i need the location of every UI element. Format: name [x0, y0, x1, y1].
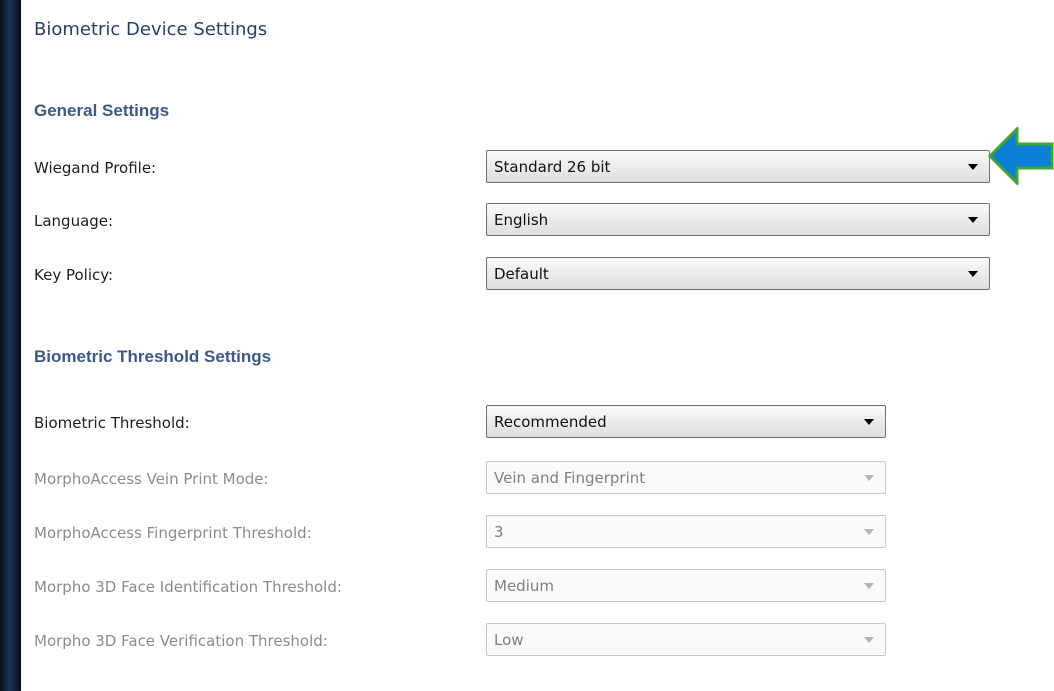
face-identification-threshold-label: Morpho 3D Face Identification Threshold:: [34, 578, 342, 596]
fingerprint-threshold-value: 3: [494, 523, 504, 541]
biometric-threshold-label: Biometric Threshold:: [34, 414, 190, 432]
language-select[interactable]: English: [486, 203, 990, 236]
face-verification-threshold-label: Morpho 3D Face Verification Threshold:: [34, 632, 328, 650]
wiegand-profile-label: Wiegand Profile:: [34, 159, 157, 177]
screen: Biometric Device Settings General Settin…: [0, 0, 1054, 691]
vein-print-mode-value: Vein and Fingerprint: [494, 469, 646, 487]
chevron-down-icon: [864, 583, 874, 589]
page-title: Biometric Device Settings: [34, 19, 268, 40]
biometric-threshold-settings-heading: Biometric Threshold Settings: [34, 347, 272, 366]
face-verification-threshold-select: Low: [486, 623, 886, 656]
fingerprint-threshold-label: MorphoAccess Fingerprint Threshold:: [34, 524, 312, 542]
wiegand-profile-select[interactable]: Standard 26 bit: [486, 150, 990, 183]
face-identification-threshold-select: Medium: [486, 569, 886, 602]
wiegand-profile-value: Standard 26 bit: [494, 158, 611, 176]
fingerprint-threshold-select: 3: [486, 515, 886, 548]
chevron-down-icon: [968, 271, 978, 277]
biometric-threshold-select[interactable]: Recommended: [486, 405, 886, 438]
chevron-down-icon: [864, 529, 874, 535]
key-policy-value: Default: [494, 265, 549, 283]
chevron-down-icon: [864, 419, 874, 425]
chevron-down-icon: [968, 164, 978, 170]
vein-print-mode-select: Vein and Fingerprint: [486, 461, 886, 494]
arrow-left-icon: [988, 127, 1054, 185]
chevron-down-icon: [864, 475, 874, 481]
language-label: Language:: [34, 212, 114, 230]
language-value: English: [494, 211, 549, 229]
chevron-down-icon: [864, 637, 874, 643]
key-policy-select[interactable]: Default: [486, 257, 990, 290]
vein-print-mode-label: MorphoAccess Vein Print Mode:: [34, 470, 269, 488]
face-verification-threshold-value: Low: [494, 631, 524, 649]
general-settings-heading: General Settings: [34, 101, 170, 120]
chevron-down-icon: [968, 217, 978, 223]
key-policy-label: Key Policy:: [34, 266, 114, 284]
settings-panel: Biometric Device Settings General Settin…: [21, 0, 1054, 691]
face-identification-threshold-value: Medium: [494, 577, 554, 595]
biometric-threshold-value: Recommended: [494, 413, 607, 431]
